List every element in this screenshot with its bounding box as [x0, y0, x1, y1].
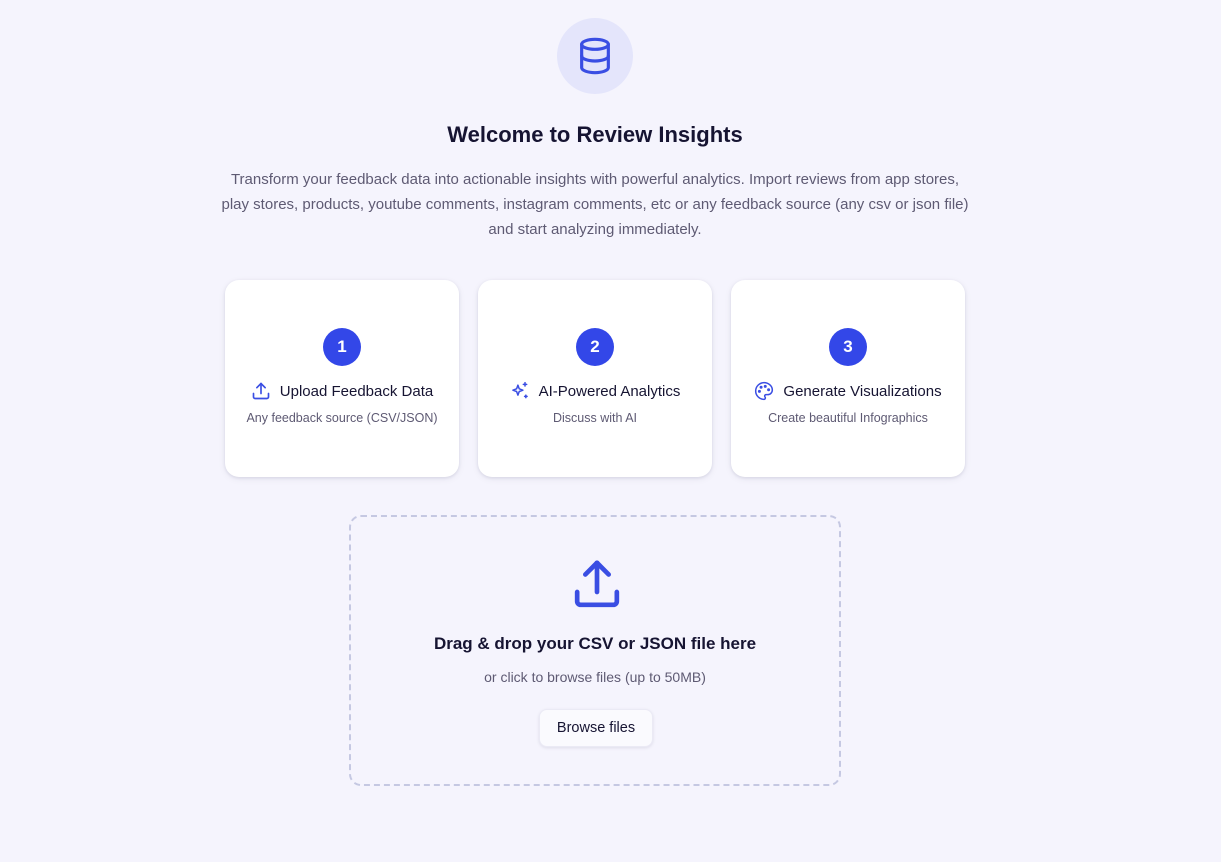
step-title-row: Upload Feedback Data [225, 380, 459, 402]
step-description: Create beautiful Infographics [768, 411, 928, 425]
page-subtitle: Transform your feedback data into action… [221, 171, 969, 238]
palette-icon [754, 381, 774, 401]
dropzone-title: Drag & drop your CSV or JSON file here [433, 634, 757, 653]
step-title-row: Generate Visualizations [731, 380, 965, 402]
step-card-ai-analytics: 2 AI-Powered Analytics Discuss with AI [478, 280, 712, 477]
step-description: Discuss with AI [552, 411, 638, 425]
step-description: Any feedback source (CSV/JSON) [246, 411, 438, 425]
sparkles-icon [510, 381, 530, 401]
step-title: Upload Feedback Data [279, 382, 434, 400]
welcome-page: Welcome to Review Insights Transform you… [0, 0, 1221, 862]
step-number-badge: 2 [576, 328, 614, 366]
dropzone-subtitle: or click to browse files (up to 50MB) [484, 669, 706, 685]
step-title-row: AI-Powered Analytics [478, 380, 712, 402]
file-dropzone[interactable]: Drag & drop your CSV or JSON file here o… [349, 515, 841, 786]
step-number-badge: 3 [829, 328, 867, 366]
database-icon [557, 18, 633, 94]
step-card-visualizations: 3 Generate Visualizations Create beautif… [731, 280, 965, 477]
step-card-upload: 1 Upload Feedback Data Any feedback sour… [225, 280, 459, 477]
upload-icon [569, 557, 625, 613]
step-number-badge: 1 [323, 328, 361, 366]
browse-files-button[interactable]: Browse files [539, 709, 653, 747]
step-title: Generate Visualizations [783, 382, 942, 400]
page-title: Welcome to Review Insights [447, 122, 743, 147]
step-title: AI-Powered Analytics [538, 382, 681, 400]
upload-icon [251, 381, 271, 401]
